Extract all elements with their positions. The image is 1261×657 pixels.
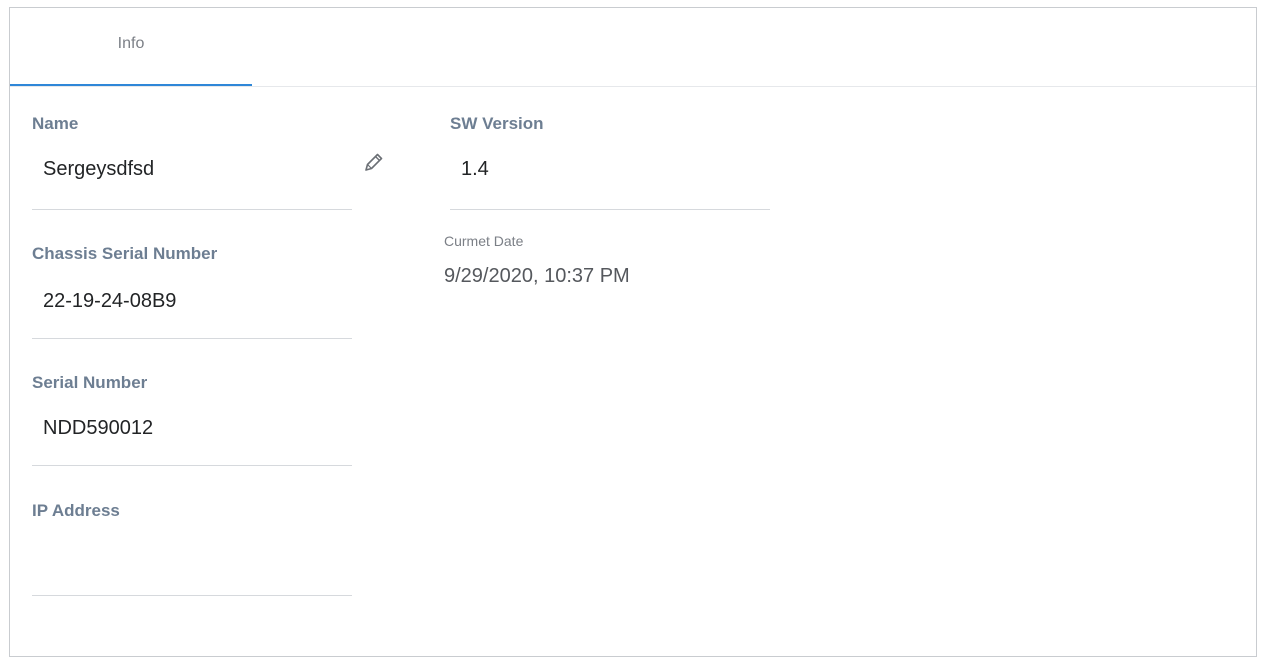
current-date-field: Curmet Date 9/29/2020, 10:37 PM	[444, 233, 764, 303]
serial-number-underline	[32, 465, 352, 466]
ip-address-label: IP Address	[32, 501, 120, 520]
tab-info-label: Info	[117, 34, 145, 52]
ip-address-underline	[32, 595, 352, 596]
chassis-serial-field: Chassis Serial Number 22-19-24-08B9	[32, 244, 352, 340]
sw-version-field: SW Version 1.4	[450, 114, 770, 210]
chassis-serial-value: 22-19-24-08B9	[43, 290, 177, 312]
tab-bar: Info	[10, 8, 1256, 87]
ip-address-field: IP Address	[32, 501, 352, 597]
sw-version-value: 1.4	[461, 158, 489, 180]
sw-version-label: SW Version	[450, 114, 544, 133]
tab-info[interactable]: Info	[10, 8, 252, 86]
serial-number-field: Serial Number NDD590012	[32, 373, 352, 469]
serial-number-label: Serial Number	[32, 373, 148, 392]
chassis-serial-label: Chassis Serial Number	[32, 244, 218, 263]
current-date-value: 9/29/2020, 10:37 PM	[444, 265, 630, 287]
active-tab-indicator	[10, 84, 252, 86]
pencil-icon[interactable]	[360, 150, 386, 176]
chassis-serial-underline	[32, 338, 352, 339]
name-field: Name Sergeysdfsd	[32, 114, 352, 210]
serial-number-value: NDD590012	[43, 417, 154, 439]
current-date-label: Curmet Date	[444, 233, 524, 249]
name-underline	[32, 209, 352, 210]
sw-version-underline	[450, 209, 770, 210]
name-label: Name	[32, 114, 79, 133]
name-value: Sergeysdfsd	[43, 158, 155, 180]
device-info-panel: Info Name Sergeysdfsd Chassis Serial Num…	[9, 7, 1257, 657]
